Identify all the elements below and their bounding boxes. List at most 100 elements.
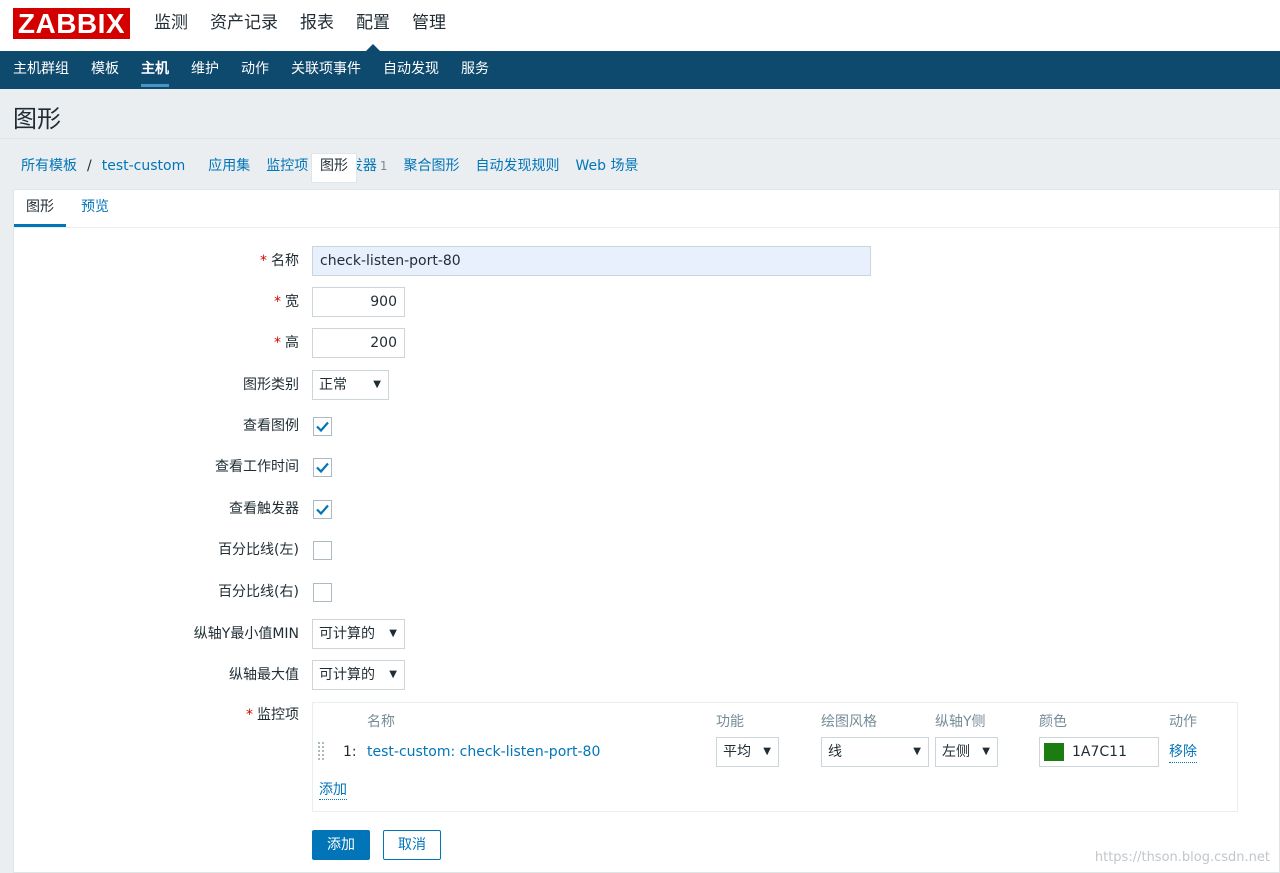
ymax-value: 可计算的 — [319, 667, 375, 683]
graph-items-table: 名称 功能 绘图风格 纵轴Y侧 颜色 动作 1: test-custom: ch… — [312, 702, 1238, 812]
top-menu-monitoring[interactable]: 监测 — [143, 0, 199, 51]
ymin-row: 纵轴Y最小值MIN 可计算的 ▼ — [14, 619, 1279, 649]
percentile-right-row: 百分比线(右) — [14, 577, 1279, 607]
item-name-link[interactable]: test-custom: check-listen-port-80 — [367, 737, 600, 767]
name-row: * 名称 check-listen-port-80 — [14, 246, 1279, 276]
add-item-link[interactable]: 添加 — [319, 781, 347, 800]
items-label-text: 监控项 — [257, 707, 299, 723]
breadcrumb-separator: / — [87, 158, 92, 174]
breadcrumb: 所有模板 / test-custom 应用集 监控项1 触发器1 图形 聚合图形… — [13, 153, 647, 183]
breadcrumb-all-templates[interactable]: 所有模板 — [13, 154, 85, 178]
chevron-down-icon: ▼ — [389, 669, 397, 680]
show-legend-row: 查看图例 — [14, 411, 1279, 441]
remove-item-link[interactable]: 移除 — [1169, 741, 1197, 763]
required-mark: * — [274, 335, 281, 351]
sub-menu-actions[interactable]: 动作 — [230, 51, 280, 89]
chevron-down-icon: ▼ — [913, 746, 921, 757]
checkmark-icon — [316, 462, 329, 474]
required-mark: * — [260, 253, 267, 269]
height-label-text: 高 — [285, 335, 299, 351]
sub-menu-hosts[interactable]: 主机 — [130, 51, 180, 89]
width-input[interactable]: 900 — [312, 287, 405, 317]
item-color-input[interactable]: 1A7C11 — [1039, 737, 1159, 767]
items-header-yaxis: 纵轴Y侧 — [935, 714, 986, 730]
item-number: 1: — [343, 744, 357, 760]
height-label: * 高 — [274, 328, 299, 358]
chevron-down-icon: ▼ — [982, 746, 990, 757]
zabbix-logo[interactable]: ZABBIX — [13, 8, 130, 39]
item-function-value: 平均 — [723, 744, 751, 760]
required-mark: * — [246, 707, 253, 723]
name-input[interactable]: check-listen-port-80 — [312, 246, 871, 276]
tab-preview[interactable]: 预览 — [69, 190, 121, 227]
drag-handle-icon[interactable] — [318, 742, 328, 762]
percentile-left-row: 百分比线(左) — [14, 535, 1279, 565]
graph-type-value: 正常 — [319, 377, 347, 393]
items-header-style: 绘图风格 — [821, 714, 877, 730]
percentile-right-label: 百分比线(右) — [218, 584, 299, 600]
show-triggers-label: 查看触发器 — [229, 501, 299, 517]
breadcrumb-web-scenarios[interactable]: Web 场景 — [568, 154, 647, 178]
sub-menu-discovery[interactable]: 自动发现 — [372, 51, 450, 89]
ymax-select[interactable]: 可计算的 ▼ — [312, 660, 405, 690]
breadcrumb-triggers-count: 1 — [379, 159, 388, 173]
breadcrumb-template[interactable]: test-custom — [94, 154, 194, 178]
item-function-select[interactable]: 平均 ▼ — [716, 737, 779, 767]
graph-form-panel: 图形 预览 * 名称 check-listen-port-80 * 宽 900 * 高… — [13, 189, 1280, 873]
page-title: 图形 — [13, 105, 61, 133]
breadcrumb-screens[interactable]: 聚合图形 — [396, 154, 468, 178]
breadcrumb-items-label: 监控项 — [266, 158, 309, 174]
width-label: * 宽 — [274, 287, 299, 317]
height-input[interactable]: 200 — [312, 328, 405, 358]
breadcrumb-discovery-rules[interactable]: 自动发现规则 — [468, 154, 568, 178]
item-yaxis-select[interactable]: 左侧 ▼ — [935, 737, 998, 767]
sub-menu-event-correlation[interactable]: 关联项事件 — [280, 51, 372, 89]
page-header: 图形 — [0, 89, 1280, 139]
sub-menu-host-groups[interactable]: 主机群组 — [2, 51, 80, 89]
percentile-left-checkbox[interactable] — [313, 541, 332, 560]
sub-menu: 主机群组 模板 主机 维护 动作 关联项事件 自动发现 服务 — [0, 51, 1280, 89]
ymin-select[interactable]: 可计算的 ▼ — [312, 619, 405, 649]
graph-type-row: 图形类别 正常 ▼ — [14, 370, 1279, 400]
show-triggers-checkbox[interactable] — [313, 500, 332, 519]
top-menu-administration[interactable]: 管理 — [401, 0, 457, 51]
graph-type-select[interactable]: 正常 ▼ — [312, 370, 389, 400]
top-bar: ZABBIX 监测 资产记录 报表 配置 管理 — [0, 0, 1280, 51]
show-working-time-label: 查看工作时间 — [215, 459, 299, 475]
name-label-text: 名称 — [271, 253, 299, 269]
items-header-name: 名称 — [367, 714, 395, 730]
ymin-value: 可计算的 — [319, 626, 375, 642]
items-header-action: 动作 — [1169, 714, 1197, 730]
sub-menu-maintenance[interactable]: 维护 — [180, 51, 230, 89]
sub-menu-services[interactable]: 服务 — [450, 51, 500, 89]
show-working-time-row: 查看工作时间 — [14, 452, 1279, 482]
breadcrumb-applications[interactable]: 应用集 — [200, 154, 258, 178]
ymax-row: 纵轴最大值 可计算的 ▼ — [14, 660, 1279, 690]
form-tabs: 图形 预览 — [14, 190, 1279, 228]
tab-graph[interactable]: 图形 — [14, 190, 66, 227]
required-mark: * — [274, 294, 281, 310]
top-menu-inventory[interactable]: 资产记录 — [199, 0, 289, 51]
width-row: * 宽 900 — [14, 287, 1279, 317]
percentile-right-checkbox[interactable] — [313, 583, 332, 602]
percentile-left-label: 百分比线(左) — [218, 542, 299, 558]
item-yaxis-value: 左侧 — [942, 744, 970, 760]
cancel-button[interactable]: 取消 — [383, 830, 441, 860]
top-menu-reports[interactable]: 报表 — [289, 0, 345, 51]
chevron-down-icon: ▼ — [763, 746, 771, 757]
item-style-select[interactable]: 线 ▼ — [821, 737, 929, 767]
sub-menu-templates[interactable]: 模板 — [80, 51, 130, 89]
checkmark-icon — [316, 504, 329, 516]
show-working-time-checkbox[interactable] — [313, 458, 332, 477]
top-menu-configuration[interactable]: 配置 — [345, 0, 401, 51]
show-legend-checkbox[interactable] — [313, 417, 332, 436]
items-header-color: 颜色 — [1039, 714, 1067, 730]
color-swatch[interactable] — [1043, 742, 1065, 762]
breadcrumb-graphs[interactable]: 图形 — [311, 153, 357, 183]
top-menu: 监测 资产记录 报表 配置 管理 — [143, 0, 457, 51]
items-label: * 监控项 — [246, 702, 299, 728]
add-button[interactable]: 添加 — [312, 830, 370, 860]
chevron-down-icon: ▼ — [389, 628, 397, 639]
item-color-value: 1A7C11 — [1072, 744, 1127, 760]
checkmark-icon — [316, 421, 329, 433]
